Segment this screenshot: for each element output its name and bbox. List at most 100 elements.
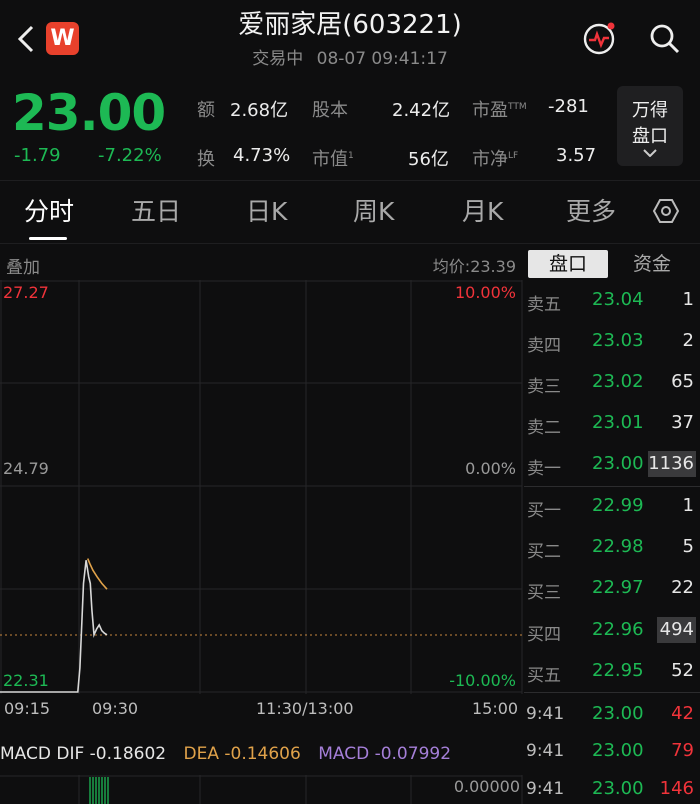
tab-more[interactable]: 更多: [566, 192, 616, 228]
tab-monthly-k[interactable]: 月K: [462, 192, 503, 228]
bid-price-5: 22.95: [592, 660, 644, 681]
pct-label-mid: 0.00%: [465, 459, 516, 478]
bid-label-3: 买三: [527, 583, 561, 603]
stat-value-turnover-rate: 4.73%: [233, 145, 291, 166]
ask-label-2: 卖二: [527, 418, 561, 438]
stat-label-turnover-rate: 换: [197, 149, 215, 170]
ask-vol-4: 2: [682, 330, 694, 351]
stat-value-mktcap: 56亿: [408, 149, 449, 170]
stat-label-turnover: 额: [197, 100, 215, 121]
search-button[interactable]: [648, 22, 682, 56]
bid-vol-1: 1: [682, 495, 694, 516]
stat-value-shares: 2.42亿: [392, 100, 451, 121]
tab-five-day[interactable]: 五日: [131, 192, 181, 228]
x-label-midday: 11:30/13:00: [256, 699, 354, 718]
stat-value-pb: 3.57: [556, 145, 597, 166]
divider: [0, 180, 700, 181]
tab-weekly-k[interactable]: 周K: [353, 192, 394, 228]
ask-vol-1: 1136: [648, 453, 694, 474]
ask-vol-2: 37: [671, 412, 694, 433]
macd-dea-label: DEA -0.14606: [183, 744, 301, 764]
tab-funds[interactable]: 资金: [612, 250, 692, 278]
macd-chart: [0, 775, 523, 804]
x-label-0930: 09:30: [92, 699, 139, 718]
datetime-text: 08-07 09:41:17: [316, 49, 448, 69]
bid-vol-2: 5: [682, 536, 694, 557]
stat-label-pe: 市盈TTM: [472, 100, 527, 121]
ticks-divider: [524, 692, 700, 693]
tick-price: 23.00: [592, 778, 644, 799]
depth-button[interactable]: 万得 盘口: [617, 86, 683, 166]
macd-value-label: MACD -0.07992: [318, 744, 452, 764]
bid-vol-3: 22: [671, 577, 694, 598]
tick-vol: 42: [671, 703, 694, 724]
tab-daily-k[interactable]: 日K: [246, 192, 287, 228]
settings-button[interactable]: [652, 197, 680, 225]
tick-vol: 79: [671, 740, 694, 761]
pulse-button[interactable]: [582, 20, 618, 56]
y-label-top: 27.27: [3, 283, 49, 302]
tick-vol: 146: [659, 778, 694, 799]
ask-vol-3: 65: [671, 371, 694, 392]
current-price: 23.00: [12, 84, 166, 142]
chevron-down-icon: [643, 149, 657, 157]
tab-intraday[interactable]: 分时: [24, 192, 74, 228]
hexagon-settings-icon: [652, 199, 680, 223]
pct-label-top: 10.00%: [454, 283, 516, 302]
price-change-pct: -7.22%: [98, 145, 162, 166]
tick-price: 23.00: [592, 703, 644, 724]
tick-time: 9:41: [526, 779, 565, 799]
bid-price-1: 22.99: [592, 495, 644, 516]
depth-button-line2: 盘口: [632, 126, 668, 147]
pulse-icon: [583, 22, 615, 55]
avg-price-label: 均价:23.39: [432, 257, 516, 276]
bid-price-3: 22.97: [592, 577, 644, 598]
bid-vol-4: 494: [659, 619, 694, 640]
bid-label-2: 买二: [527, 542, 561, 562]
overlay-button[interactable]: 叠加: [6, 253, 40, 278]
stat-sup-pe: TTM: [508, 102, 527, 112]
macd-bars: [89, 777, 109, 804]
ask-price-2: 23.01: [592, 412, 644, 433]
stat-sup-mktcap: 1: [348, 151, 354, 161]
depth-button-line1: 万得: [632, 100, 668, 121]
status-text: 交易中: [252, 49, 304, 69]
bid-label-4: 买四: [527, 625, 561, 645]
orderbook-divider: [524, 486, 700, 487]
price-change: -1.79: [14, 145, 61, 166]
stat-label-mktcap: 市值1: [312, 149, 354, 170]
ask-label-1: 卖一: [527, 459, 561, 479]
y-label-bottom: 22.31: [3, 671, 49, 690]
bid-label-1: 买一: [527, 501, 561, 521]
bid-price-2: 22.98: [592, 536, 644, 557]
ask-price-5: 23.04: [592, 289, 644, 310]
macd-dif-label: MACD DIF -0.18602: [0, 744, 167, 764]
stat-label-pb: 市净LF: [472, 149, 519, 170]
x-label-open: 09:15: [4, 699, 51, 718]
x-label-close: 15:00: [472, 699, 519, 718]
ask-label-5: 卖五: [527, 295, 561, 315]
ask-price-3: 23.02: [592, 371, 644, 392]
tick-time: 9:41: [526, 704, 565, 724]
bid-label-5: 买五: [527, 666, 561, 686]
macd-legend: MACD DIF -0.18602 DEA -0.14606 MACD -0.0…: [0, 744, 451, 764]
stat-value-turnover: 2.68亿: [230, 100, 289, 121]
ask-price-1: 23.00: [592, 453, 644, 474]
stat-label-shares: 股本: [312, 100, 348, 121]
stat-value-pe: -281: [548, 96, 589, 117]
bid-vol-5: 52: [671, 660, 694, 681]
ask-label-3: 卖三: [527, 377, 561, 397]
tick-time: 9:41: [526, 741, 565, 761]
ask-vol-5: 1: [682, 289, 694, 310]
tab-active-indicator: [29, 237, 67, 240]
bid-price-4: 22.96: [592, 619, 644, 640]
intraday-chart[interactable]: [0, 280, 524, 694]
pct-label-bottom: -10.00%: [449, 671, 516, 690]
y-label-mid: 24.79: [3, 459, 49, 478]
chart-grid: [0, 280, 523, 694]
divider: [0, 243, 700, 244]
ask-price-4: 23.03: [592, 330, 644, 351]
stat-sup-pb: LF: [508, 151, 519, 161]
tab-orderbook[interactable]: 盘口: [528, 250, 608, 278]
search-icon: [650, 24, 680, 54]
